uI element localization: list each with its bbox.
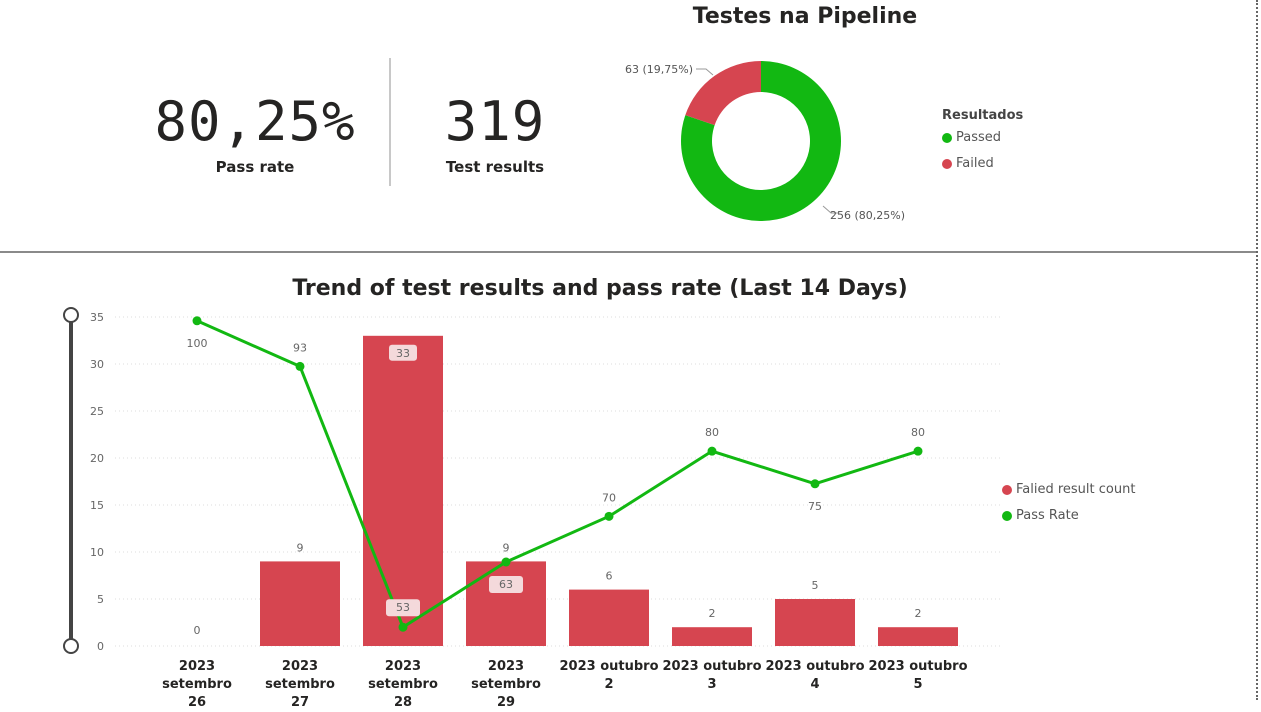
line-data-label: 53 [396, 601, 410, 614]
pass-rate-point[interactable] [501, 557, 511, 567]
bar-data-label: 33 [396, 347, 410, 360]
range-slider[interactable] [58, 305, 84, 657]
bar-data-label: 9 [297, 541, 304, 554]
x-tick-label: 2023 outubro 5 [868, 659, 968, 692]
slider-track [69, 315, 73, 647]
legend-item-pass-rate[interactable]: Pass Rate [1002, 508, 1079, 523]
y-tick-label: 0 [97, 640, 104, 653]
bar-data-label: 9 [503, 541, 510, 554]
line-data-label: 70 [602, 491, 616, 504]
pass-rate-point[interactable] [398, 622, 408, 632]
y-tick-label: 15 [90, 499, 104, 512]
legend-label-passed: Passed [956, 130, 1002, 145]
x-tick-label: 2023 setembro 26 [162, 659, 232, 710]
line-data-label: 93 [293, 341, 307, 354]
line-data-label: 63 [499, 578, 513, 591]
x-tick-label: 2023 outubro 4 [765, 659, 865, 692]
data-label-passed: 256 (80,25%) [830, 209, 905, 222]
x-tick-label: 2023 setembro 27 [265, 659, 335, 710]
test-results-label: Test results [445, 158, 545, 176]
failed-dot-icon [942, 158, 952, 169]
slider-handle-bottom[interactable] [63, 638, 79, 654]
donut-chart[interactable]: 256 (80,25%) 63 (19,75%) [600, 40, 940, 240]
x-tick-label: 2023 setembro 29 [471, 659, 541, 710]
donut-legend-title: Resultados [942, 108, 1024, 123]
y-tick-label: 20 [90, 452, 104, 465]
bar-data-label: 2 [709, 607, 716, 620]
bar[interactable] [672, 627, 752, 646]
bar[interactable] [775, 599, 855, 646]
bar[interactable] [260, 561, 340, 646]
line-data-label: 80 [911, 426, 925, 439]
pass-rate-point[interactable] [707, 446, 717, 456]
line-data-label: 100 [187, 337, 208, 350]
pass-rate-value: 80,25% [154, 90, 356, 153]
line-data-label: 75 [808, 500, 822, 513]
x-tick-label: 2023 outubro 3 [662, 659, 762, 692]
bar[interactable] [878, 627, 958, 646]
legend-label-failed-count: Falied result count [1016, 482, 1136, 497]
legend-item-failed-count[interactable]: Falied result count [1002, 482, 1135, 497]
legend-item-failed[interactable]: Failed [942, 156, 994, 171]
y-tick-label: 10 [90, 546, 104, 559]
data-label-failed: 63 (19,75%) [625, 63, 693, 76]
x-tick-label: 2023 outubro 2 [559, 659, 659, 692]
pass-rate-point[interactable] [810, 479, 820, 489]
page-border [1256, 0, 1258, 700]
legend-label-failed: Failed [956, 156, 994, 171]
y-tick-label: 35 [90, 311, 104, 324]
bar[interactable] [569, 589, 649, 646]
failed-count-dot-icon [1002, 484, 1012, 495]
y-tick-label: 5 [97, 593, 104, 606]
bar-data-label: 2 [915, 607, 922, 620]
slider-handle-top[interactable] [63, 307, 79, 323]
passed-dot-icon [942, 132, 952, 143]
pass-rate-label: Pass rate [215, 158, 295, 176]
x-tick-label: 2023 setembro 28 [368, 659, 438, 710]
donut-title: Testes na Pipeline [692, 4, 918, 29]
line-data-label: 80 [705, 426, 719, 439]
pass-rate-dot-icon [1002, 510, 1012, 521]
trend-chart[interactable]: 05101520253035093396252100 93536370807580 [0, 300, 1010, 660]
bar[interactable] [466, 561, 546, 646]
pass-rate-point[interactable] [913, 446, 923, 456]
leader-line-failed [696, 68, 714, 76]
pass-rate-point[interactable] [192, 316, 202, 326]
trend-title: Trend of test results and pass rate (Las… [292, 276, 908, 301]
section-divider [0, 251, 1256, 253]
legend-label-pass-rate: Pass Rate [1016, 508, 1079, 523]
donut-slice-failed[interactable] [685, 61, 761, 126]
y-tick-label: 30 [90, 358, 104, 371]
legend-item-passed[interactable]: Passed [942, 130, 1001, 145]
pass-rate-point[interactable] [604, 511, 614, 521]
test-results-value: 319 [444, 90, 546, 153]
bar-data-label: 0 [194, 624, 201, 637]
bar-data-label: 6 [606, 570, 613, 583]
y-tick-label: 25 [90, 405, 104, 418]
pass-rate-point[interactable] [295, 361, 305, 371]
bar-data-label: 5 [812, 579, 819, 592]
